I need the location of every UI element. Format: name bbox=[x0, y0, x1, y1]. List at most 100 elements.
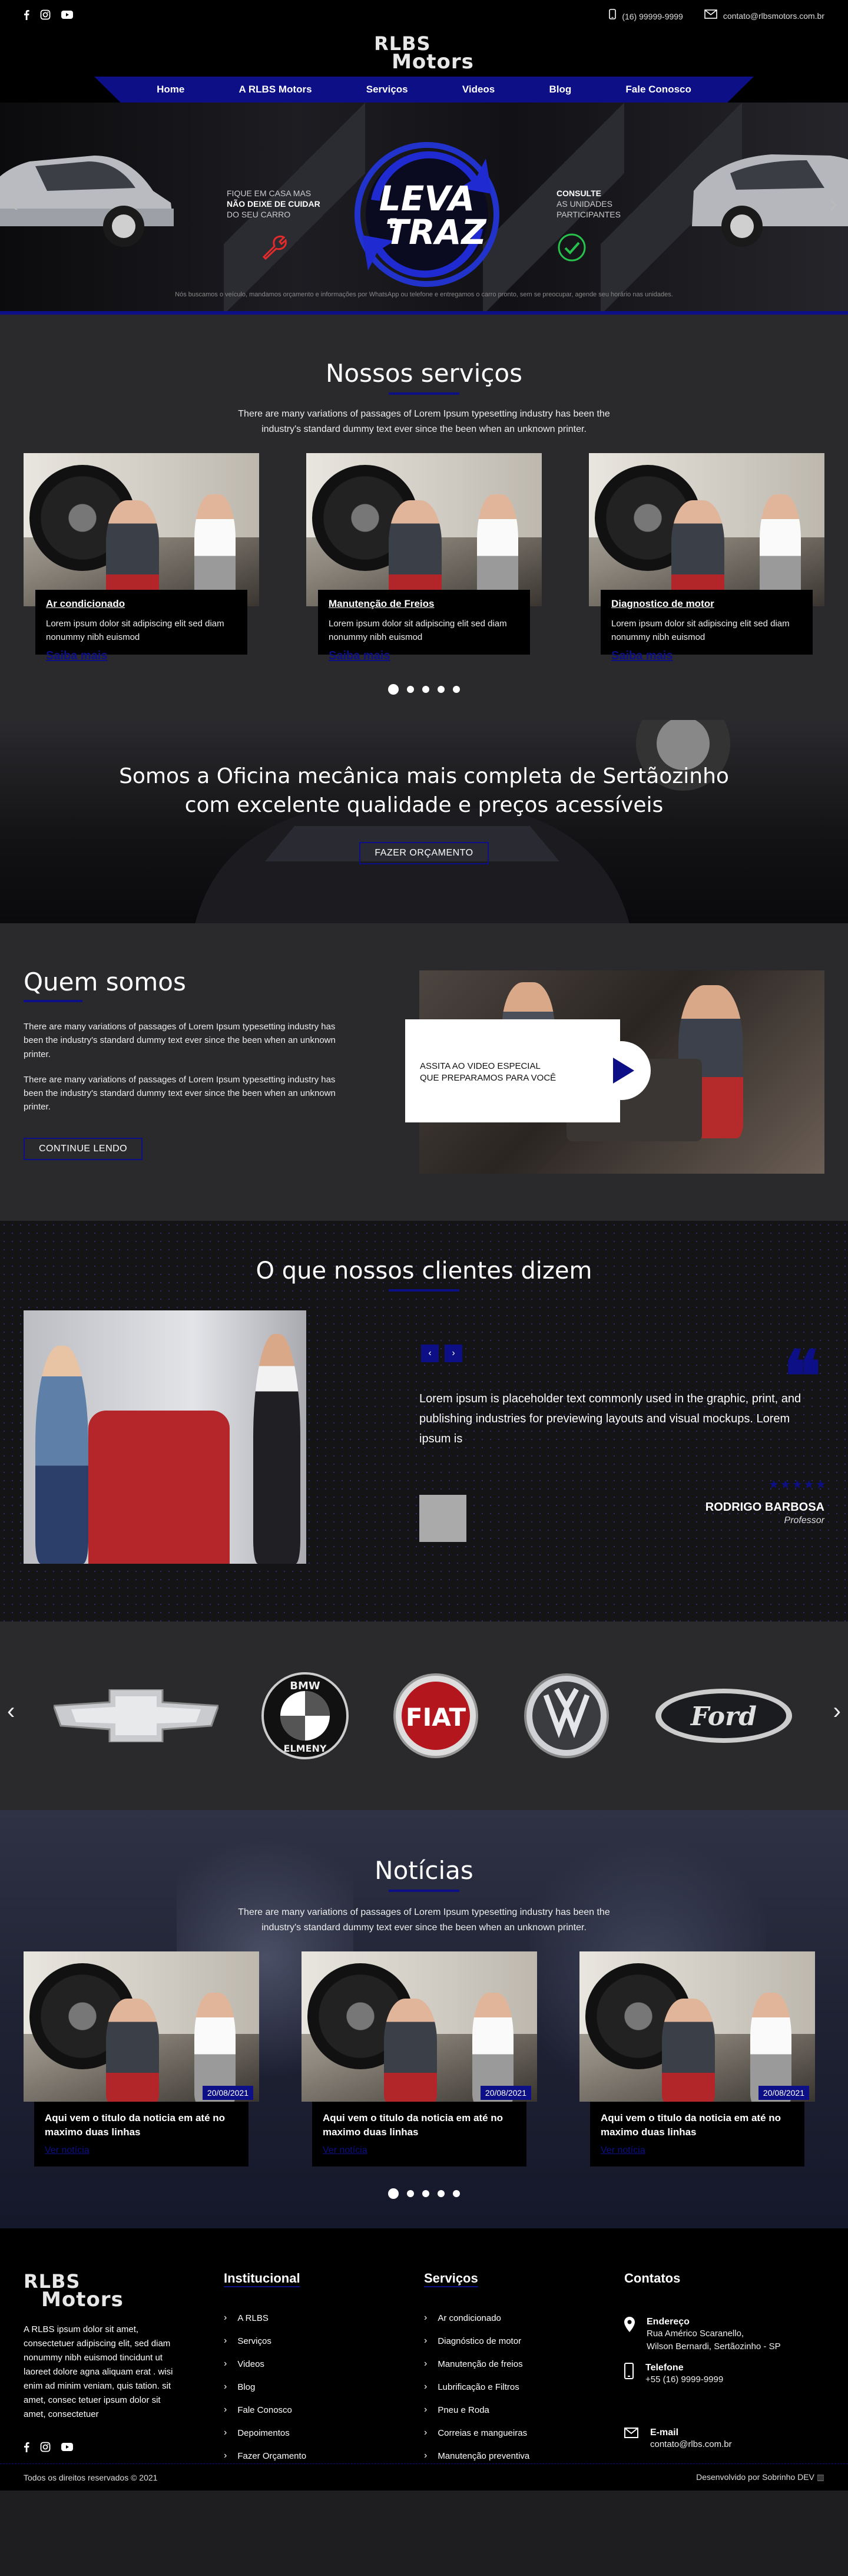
pagination-dot[interactable] bbox=[422, 2190, 429, 2198]
bmw-text: BMW bbox=[290, 1680, 320, 1692]
youtube-icon[interactable] bbox=[61, 9, 73, 20]
developer-credit[interactable]: Desenvolvido por Sobrinho DEV ▥ bbox=[696, 2472, 824, 2482]
brand-logo-bmw[interactable]: BMW ELMENY bbox=[261, 1672, 349, 1760]
nav-about[interactable]: A RLBS Motors bbox=[239, 84, 312, 95]
services-cards: Ar condicionado Lorem ipsum dolor sit ad… bbox=[24, 453, 824, 662]
hero-next-arrow[interactable]: › bbox=[830, 191, 837, 217]
footer-link-label: Diagnóstico de motor bbox=[438, 2336, 522, 2346]
pagination-dot[interactable] bbox=[407, 2190, 414, 2198]
pagination-dot[interactable] bbox=[453, 686, 460, 693]
footer-link[interactable]: › A RLBS bbox=[224, 2313, 306, 2323]
brand-logo-volkswagen[interactable] bbox=[522, 1672, 611, 1760]
news-card[interactable]: 20/08/2021 Aqui vem o titulo da noticia … bbox=[579, 1951, 815, 2167]
footer-link[interactable]: › Fazer Orçamento bbox=[224, 2450, 306, 2461]
top-email-text: contato@rlbsmotors.com.br bbox=[723, 11, 824, 21]
news-card[interactable]: 20/08/2021 Aqui vem o titulo da noticia … bbox=[302, 1951, 537, 2167]
chevron-right-icon: › bbox=[224, 2382, 227, 2392]
footer: RLBS Motors A RLBS ipsum dolor sit amet,… bbox=[0, 2228, 848, 2491]
footer-email[interactable]: E-mail contato@rlbs.com.br bbox=[624, 2428, 824, 2451]
footer-link[interactable]: › Correias e mangueiras bbox=[424, 2428, 529, 2438]
brands-next-arrow[interactable]: › bbox=[833, 1698, 841, 1725]
top-email[interactable]: contato@rlbsmotors.com.br bbox=[704, 9, 824, 21]
service-card-link[interactable]: Saiba mais bbox=[611, 649, 802, 663]
nav-videos[interactable]: Videos bbox=[462, 84, 495, 95]
news-pagination bbox=[0, 2188, 848, 2199]
footer-link[interactable]: › Fale Conosco bbox=[224, 2405, 306, 2415]
services-section: Nossos serviços There are many variation… bbox=[0, 315, 848, 720]
footer-about: A RLBS ipsum dolor sit amet, consectetue… bbox=[24, 2324, 173, 2419]
nav-blog[interactable]: Blog bbox=[549, 84, 571, 95]
footer-link[interactable]: › Blog bbox=[224, 2382, 306, 2392]
nav-contact[interactable]: Fale Conosco bbox=[625, 84, 691, 95]
service-image bbox=[589, 453, 824, 607]
news-date: 20/08/2021 bbox=[480, 2086, 531, 2101]
hero-left-line3: DO SEU CARRO bbox=[227, 210, 291, 220]
pagination-dot[interactable] bbox=[388, 684, 399, 695]
news-card[interactable]: 20/08/2021 Aqui vem o titulo da noticia … bbox=[24, 1951, 259, 2167]
brand-logo-ford[interactable]: Ford bbox=[653, 1686, 794, 1745]
nav-services[interactable]: Serviços bbox=[366, 84, 408, 95]
footer-phone[interactable]: Telefone +55 (16) 9999-9999 bbox=[624, 2363, 824, 2386]
continue-reading-button[interactable]: CONTINUE LENDO bbox=[24, 1137, 143, 1160]
instagram-icon[interactable] bbox=[40, 2442, 51, 2452]
testimonials-section: O que nossos clientes dizem ‹ › ❝ Lorem … bbox=[0, 1221, 848, 1621]
top-phone[interactable]: (16) 99999-9999 bbox=[609, 8, 683, 21]
service-card-link[interactable]: Saiba mais bbox=[46, 649, 237, 663]
footer-link[interactable]: › Serviços bbox=[224, 2336, 306, 2346]
footer-link[interactable]: › Manutenção preventiva bbox=[424, 2450, 529, 2461]
chevron-right-icon: › bbox=[424, 2405, 428, 2415]
brands-prev-arrow[interactable]: ‹ bbox=[7, 1698, 15, 1725]
footer-link[interactable]: › Pneu e Roda bbox=[424, 2405, 529, 2415]
facebook-icon[interactable] bbox=[24, 9, 29, 20]
brand-logo-fiat[interactable]: FIAT bbox=[392, 1672, 480, 1760]
services-title: Nossos serviços bbox=[326, 359, 522, 388]
footer-link[interactable]: › Lubrificação e Filtros bbox=[424, 2382, 529, 2392]
quote-button[interactable]: FAZER ORÇAMENTO bbox=[359, 842, 489, 865]
service-card-link[interactable]: Saiba mais bbox=[329, 649, 519, 663]
pagination-dot[interactable] bbox=[407, 686, 414, 693]
pagination-dot[interactable] bbox=[388, 2188, 399, 2199]
hero-right-text: CONSULTE AS UNIDADES PARTICIPANTES bbox=[556, 188, 621, 220]
car-image-right bbox=[692, 154, 848, 247]
hero-prev-arrow[interactable]: ‹ bbox=[11, 191, 18, 217]
testimonial-text: Lorem ipsum is placeholder text commonly… bbox=[419, 1392, 801, 1445]
testimonial-role: Professor bbox=[784, 1515, 824, 1525]
footer-logo[interactable]: RLBS Motors bbox=[24, 2272, 124, 2310]
logo[interactable]: RLBS Motors bbox=[374, 34, 474, 72]
footer-link[interactable]: › Manutenção de freios bbox=[424, 2359, 529, 2369]
facebook-icon[interactable] bbox=[24, 2442, 29, 2452]
brand-logo-chevrolet[interactable] bbox=[54, 1689, 218, 1742]
news-card-link[interactable]: Ver notícia bbox=[323, 2145, 516, 2156]
service-card[interactable]: Ar condicionado Lorem ipsum dolor sit ad… bbox=[24, 453, 259, 662]
service-image bbox=[306, 453, 542, 607]
news-card-link[interactable]: Ver notícia bbox=[45, 2145, 238, 2156]
service-card[interactable]: Diagnostico de motor Lorem ipsum dolor s… bbox=[589, 453, 824, 662]
play-button[interactable] bbox=[592, 1041, 651, 1100]
header: RLBS Motors bbox=[0, 29, 848, 77]
service-image bbox=[24, 453, 259, 607]
pagination-dot[interactable] bbox=[438, 2190, 445, 2198]
youtube-icon[interactable] bbox=[61, 2442, 73, 2452]
pagination-dot[interactable] bbox=[438, 686, 445, 693]
testimonial-prev-button[interactable]: ‹ bbox=[421, 1345, 439, 1362]
testimonial-next-button[interactable]: › bbox=[445, 1345, 462, 1362]
footer-link-label: A RLBS bbox=[237, 2313, 269, 2323]
service-card-desc: Lorem ipsum dolor sit adipiscing elit se… bbox=[329, 619, 507, 643]
footer-link[interactable]: › Depoimentos bbox=[224, 2428, 306, 2438]
news-image bbox=[579, 1951, 815, 2102]
footer-link[interactable]: › Videos bbox=[224, 2359, 306, 2369]
footer-link[interactable]: › Ar condicionado bbox=[424, 2313, 529, 2323]
phone-label: Telefone bbox=[645, 2363, 684, 2373]
news-date: 20/08/2021 bbox=[202, 2086, 253, 2101]
hero-footnote: Nós buscamos o veículo, mandamos orçamen… bbox=[175, 291, 673, 298]
nav-home[interactable]: Home bbox=[157, 84, 184, 95]
instagram-icon[interactable] bbox=[40, 9, 51, 20]
services-pagination bbox=[24, 684, 824, 695]
pagination-dot[interactable] bbox=[453, 2190, 460, 2198]
leva-e-traz-badge: LEVA E TRAZ bbox=[355, 142, 499, 287]
service-card[interactable]: Manutenção de Freios Lorem ipsum dolor s… bbox=[306, 453, 542, 662]
footer-link[interactable]: › Diagnóstico de motor bbox=[424, 2336, 529, 2346]
testimonial-name: RODRIGO BARBOSA bbox=[705, 1501, 824, 1514]
news-card-link[interactable]: Ver notícia bbox=[601, 2145, 794, 2156]
pagination-dot[interactable] bbox=[422, 686, 429, 693]
